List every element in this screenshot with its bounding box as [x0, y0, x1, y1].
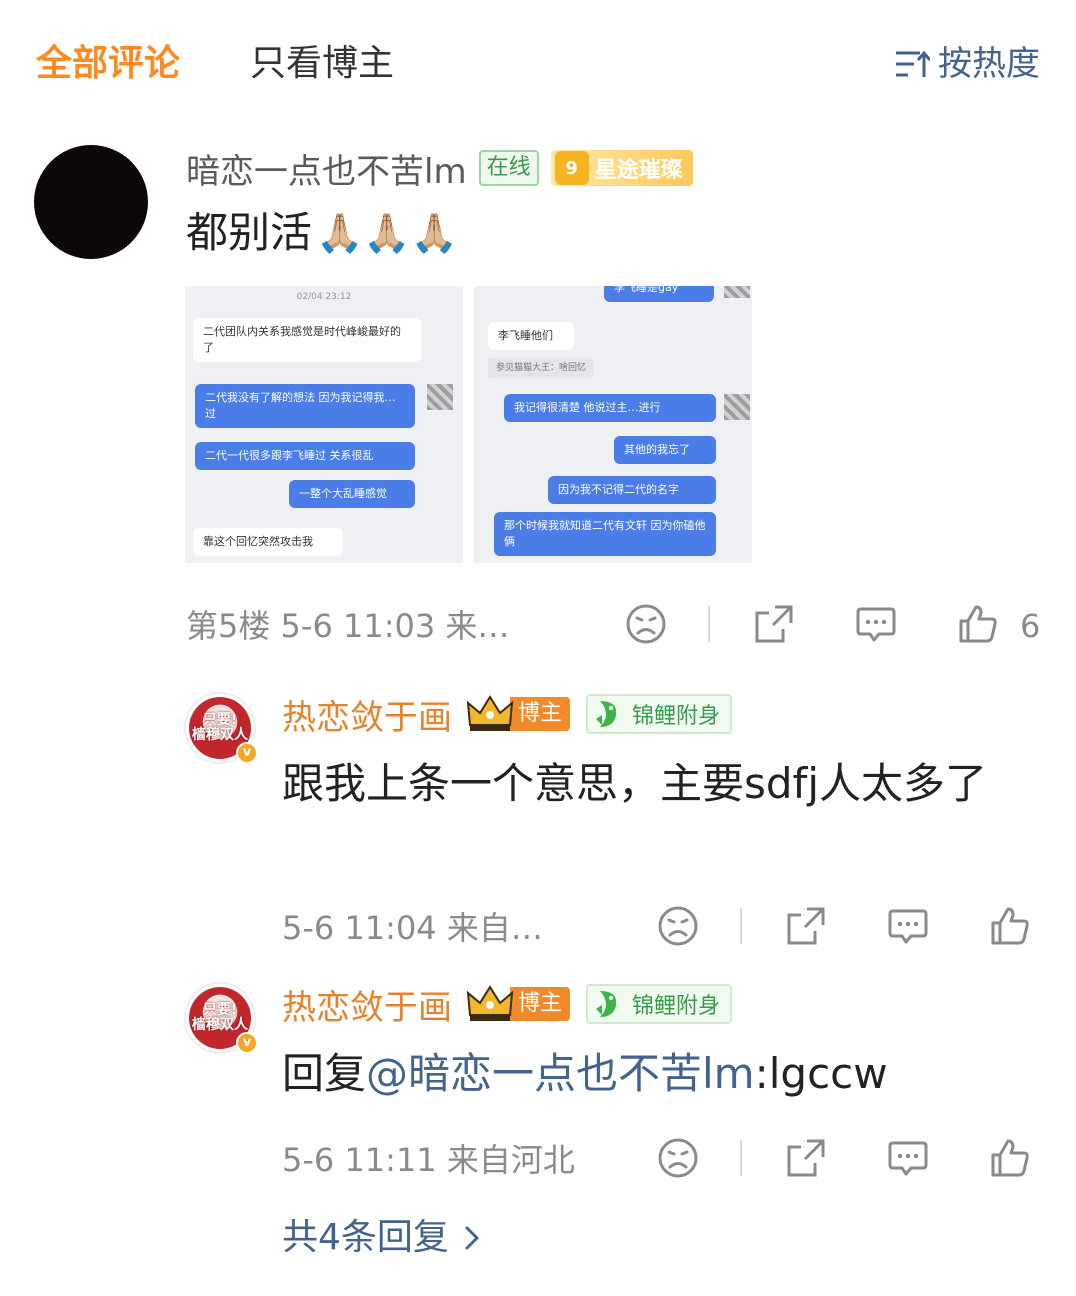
koi-label: 锦鲤附身 [632, 994, 721, 1019]
reply-avatar[interactable]: 只要! 樯穆双人 v [184, 982, 258, 1054]
like-button[interactable] [956, 602, 1000, 646]
verified-icon: v [236, 1032, 258, 1054]
reply-header: 热恋敛于画 博主 锦鲤附身 [282, 980, 733, 1029]
like-thumb-icon [991, 1139, 1029, 1177]
reply-prefix: 回复 [282, 1049, 367, 1098]
dislike-face-icon [658, 1138, 698, 1178]
online-badge: 在线 [478, 150, 539, 186]
comment-body: 都别活 🙏🏼🙏🏼🙏🏼 [186, 205, 458, 261]
reply-button[interactable] [854, 602, 898, 646]
dislike-button[interactable] [656, 904, 700, 948]
tab-all-comments[interactable]: 全部评论 [36, 40, 180, 88]
share-button[interactable] [784, 1136, 828, 1180]
reply-meta: 5-6 11:04 来自… [282, 909, 543, 947]
pray-emoji: 🙏🏼🙏🏼🙏🏼 [316, 211, 458, 255]
koi-fish-icon [596, 991, 617, 1017]
dislike-button[interactable] [656, 1136, 700, 1180]
reply-username[interactable]: 热恋敛于画 [282, 690, 452, 739]
more-replies-label: 共4条回复 [282, 1217, 449, 1258]
like-button[interactable] [988, 1136, 1032, 1180]
dislike-face-icon [658, 906, 698, 946]
share-icon [787, 1139, 825, 1177]
koi-label: 锦鲤附身 [632, 704, 721, 729]
reply-button[interactable] [886, 904, 930, 948]
reply-header: 热恋敛于画 博主 锦鲤附身 [282, 690, 733, 739]
sort-icon [896, 50, 930, 77]
share-button[interactable] [752, 602, 796, 646]
koi-badge[interactable]: 锦鲤附身 [586, 694, 733, 734]
divider [740, 1140, 742, 1176]
avatar[interactable] [34, 145, 148, 259]
chat-bubble: 靠这个回忆突然攻击我 [193, 528, 343, 556]
crown-icon [466, 695, 514, 731]
divider [708, 606, 710, 642]
reply-username[interactable]: 热恋敛于画 [282, 980, 452, 1029]
koi-fish-icon [596, 701, 617, 727]
like-button[interactable] [988, 904, 1032, 948]
dislike-button[interactable] [624, 602, 668, 646]
share-icon [787, 907, 825, 945]
mention-link[interactable]: @暗恋一点也不苦lm [366, 1049, 755, 1098]
comment-icon [856, 607, 896, 642]
comment-image-1[interactable]: 02/04 23:12 二代团队内关系我感觉是时代峰峻最好的了 二代我没有了解的… [185, 286, 463, 563]
crown-icon [466, 985, 514, 1021]
share-button[interactable] [784, 904, 828, 948]
owner-badge: 博主 [466, 695, 571, 733]
reply-meta: 5-6 11:11 来自河北 [282, 1141, 575, 1179]
comment-icon [888, 909, 928, 944]
chat-bubble: 二代团队内关系我感觉是时代峰峻最好的了 [193, 318, 421, 362]
like-thumb-icon [991, 907, 1029, 945]
like-thumb-icon [959, 605, 997, 643]
chat-timestamp: 02/04 23:12 [296, 292, 352, 302]
comment-meta: 第5楼 5-6 11:03 来… [186, 607, 510, 645]
chat-bubble: 二代我没有了解的想法 因为我记得我…过 [195, 384, 415, 428]
reply-text: 回复@暗恋一点也不苦lm:lgccw [282, 1044, 1042, 1104]
username[interactable]: 暗恋一点也不苦lm [186, 144, 467, 193]
pixelated-avatar [427, 384, 453, 410]
share-icon [755, 605, 793, 643]
like-count: 6 [1020, 607, 1041, 645]
sort-label: 按热度 [938, 44, 1040, 84]
chevron-right-icon [465, 1226, 479, 1250]
chat-bubble: 因为我不记得二代的名字 [548, 476, 716, 504]
comment-icon [888, 1141, 928, 1176]
verified-icon: v [236, 742, 258, 764]
chat-bubble: 二代一代很多跟李飞睡过 关系很乱 [195, 442, 415, 470]
comment-header: 暗恋一点也不苦lm 在线 9 星途璀璨 [186, 144, 693, 193]
tab-owner-only[interactable]: 只看博主 [250, 40, 394, 88]
chat-bubble: 其他的我忘了 [614, 436, 716, 464]
level-title: 星途璀璨 [594, 158, 683, 183]
level-badge[interactable]: 9 星途璀璨 [550, 150, 693, 186]
owner-label: 博主 [510, 697, 571, 731]
comment-text: 都别活 [186, 208, 313, 257]
reply-suffix: :lgccw [754, 1049, 888, 1098]
reply-button[interactable] [886, 1136, 930, 1180]
koi-badge[interactable]: 锦鲤附身 [586, 984, 733, 1024]
reply-avatar[interactable]: 只要! 樯穆双人 v [184, 692, 258, 764]
chat-bubble: 李飞睡是gay [604, 286, 714, 302]
dislike-face-icon [626, 604, 666, 644]
owner-label: 博主 [510, 987, 571, 1021]
view-more-replies-link[interactable]: 共4条回复 [282, 1214, 481, 1262]
level-icon: 9 [554, 151, 589, 185]
chat-bubble: 李飞睡他们 [488, 322, 574, 350]
chat-bubble: 那个时候我就知道二代有文轩 因为你磕他俩 [494, 512, 716, 556]
owner-badge: 博主 [466, 985, 571, 1023]
sort-by-hot-button[interactable]: 按热度 [894, 40, 1040, 88]
chat-system-note: 参见猫猫大王：啥回忆 [488, 358, 595, 378]
chat-bubble: 一整个大乱睡感觉 [289, 480, 415, 508]
pixelated-avatar [724, 286, 750, 298]
chat-bubble: 我记得很清楚 他说过主…进行 [504, 394, 716, 422]
reply-text: 跟我上条一个意思，主要sdfj人太多了 [282, 759, 987, 808]
pixelated-avatar [724, 394, 750, 420]
comment-image-2[interactable]: 李飞睡是gay 李飞睡他们 参见猫猫大王：啥回忆 我记得很清楚 他说过主…进行 … [474, 286, 752, 563]
comment-tabs: 全部评论 只看博主 按热度 [0, 0, 1076, 120]
divider [740, 908, 742, 944]
